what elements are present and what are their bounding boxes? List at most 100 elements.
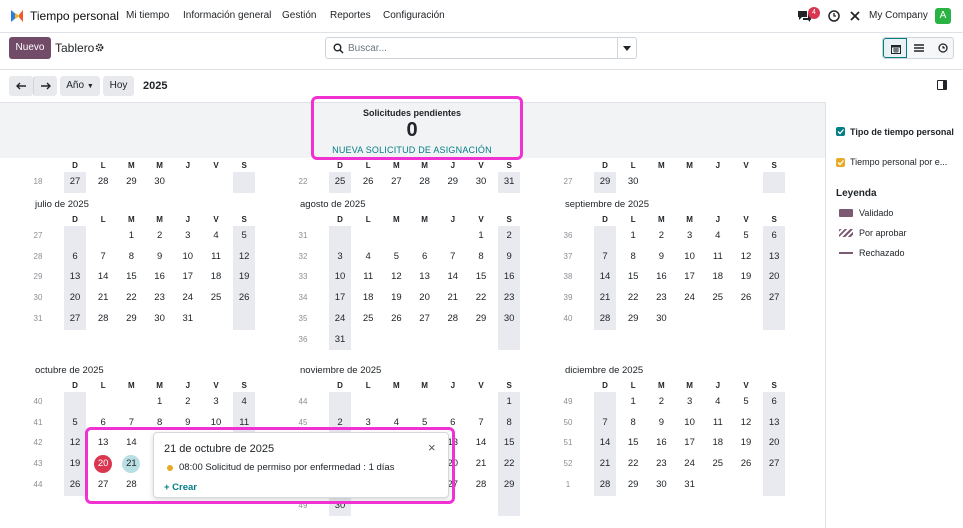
calendar-day[interactable]: 27 xyxy=(64,310,86,328)
calendar-day[interactable]: 11 xyxy=(205,248,227,266)
calendar-day[interactable]: 6 xyxy=(414,248,436,266)
calendar-day[interactable]: 12 xyxy=(64,434,86,452)
calendar-day[interactable]: 12 xyxy=(735,414,757,432)
calendar-day[interactable]: 5 xyxy=(735,393,757,411)
calendar-day[interactable]: 21 xyxy=(92,289,114,307)
create-button[interactable]: + Crear xyxy=(164,482,197,493)
calendar-day[interactable]: 22 xyxy=(622,289,644,307)
calendar-day[interactable]: 22 xyxy=(120,289,142,307)
calendar-day[interactable]: 9 xyxy=(149,248,171,266)
calendar-day[interactable]: 29 xyxy=(442,173,464,191)
calendar-day[interactable]: 14 xyxy=(442,268,464,286)
calendar-day[interactable]: 19 xyxy=(735,434,757,452)
calendar-day[interactable]: 25 xyxy=(329,173,351,191)
calendar-day[interactable]: 7 xyxy=(92,248,114,266)
tools-icon[interactable] xyxy=(849,10,861,22)
clock-icon[interactable] xyxy=(828,10,840,22)
calendar-day[interactable]: 9 xyxy=(650,414,672,432)
calendar-day[interactable]: 15 xyxy=(622,268,644,286)
calendar-day[interactable]: 30 xyxy=(650,310,672,328)
app-logo-icon[interactable] xyxy=(9,8,25,24)
calendar-day[interactable]: 22 xyxy=(470,289,492,307)
calendar-day[interactable]: 3 xyxy=(329,248,351,266)
calendar-day[interactable]: 25 xyxy=(707,289,729,307)
calendar-day[interactable]: 24 xyxy=(329,310,351,328)
calendar-day[interactable]: 8 xyxy=(120,248,142,266)
calendar-day[interactable]: 2 xyxy=(498,227,520,245)
calendar-day[interactable]: 27 xyxy=(385,173,407,191)
popover-event[interactable]: 08:00 Solicitud de permiso por enfermeda… xyxy=(179,462,394,473)
calendar-day[interactable]: 30 xyxy=(329,497,351,515)
activity-view-button[interactable] xyxy=(931,38,955,58)
period-dropdown[interactable]: Año ▼ xyxy=(60,76,100,96)
calendar-day[interactable]: 23 xyxy=(498,289,520,307)
calendar-day[interactable]: 15 xyxy=(120,268,142,286)
calendar-day[interactable]: 9 xyxy=(498,248,520,266)
calendar-day[interactable]: 19 xyxy=(385,289,407,307)
menu-reportes[interactable]: Reportes xyxy=(330,10,371,21)
calendar-day[interactable]: 29 xyxy=(622,310,644,328)
user-avatar[interactable]: A xyxy=(935,8,951,24)
calendar-day[interactable]: 31 xyxy=(177,310,199,328)
calendar-day[interactable]: 9 xyxy=(650,248,672,266)
calendar-day[interactable]: 4 xyxy=(385,414,407,432)
calendar-day[interactable]: 27 xyxy=(414,310,436,328)
calendar-day[interactable]: 29 xyxy=(470,310,492,328)
today-button[interactable]: Hoy xyxy=(103,76,134,96)
calendar-day[interactable]: 25 xyxy=(707,455,729,473)
calendar-day[interactable]: 11 xyxy=(707,248,729,266)
calendar-day[interactable]: 29 xyxy=(120,173,142,191)
calendar-day[interactable]: 26 xyxy=(64,476,86,494)
calendar-day[interactable]: 10 xyxy=(679,248,701,266)
calendar-day[interactable]: 31 xyxy=(498,173,520,191)
calendar-day[interactable]: 20 xyxy=(414,289,436,307)
calendar-day[interactable]: 6 xyxy=(64,248,86,266)
calendar-day[interactable]: 23 xyxy=(149,289,171,307)
calendar-day-today[interactable]: 20 xyxy=(94,455,113,474)
calendar-day[interactable]: 2 xyxy=(650,227,672,245)
calendar-day[interactable]: 28 xyxy=(120,476,142,494)
calendar-day[interactable]: 20 xyxy=(763,268,785,286)
calendar-day[interactable]: 30 xyxy=(498,310,520,328)
calendar-day[interactable]: 4 xyxy=(233,393,255,411)
filter-item-label[interactable]: Tiempo personal por e... xyxy=(850,157,947,167)
calendar-day[interactable]: 23 xyxy=(650,289,672,307)
calendar-day[interactable]: 18 xyxy=(205,268,227,286)
calendar-day[interactable]: 2 xyxy=(650,393,672,411)
calendar-day[interactable]: 23 xyxy=(650,455,672,473)
calendar-day[interactable]: 18 xyxy=(707,434,729,452)
calendar-day[interactable]: 6 xyxy=(763,393,785,411)
calendar-day[interactable]: 11 xyxy=(707,414,729,432)
calendar-day[interactable]: 29 xyxy=(120,310,142,328)
calendar-day[interactable]: 3 xyxy=(205,393,227,411)
calendar-day[interactable]: 11 xyxy=(357,268,379,286)
calendar-day[interactable]: 25 xyxy=(357,310,379,328)
menu-informacion-general[interactable]: Información general xyxy=(183,10,271,21)
calendar-day[interactable]: 28 xyxy=(442,310,464,328)
calendar-day[interactable]: 4 xyxy=(357,248,379,266)
calendar-day[interactable]: 27 xyxy=(763,289,785,307)
calendar-day[interactable]: 16 xyxy=(149,268,171,286)
calendar-day[interactable]: 13 xyxy=(64,268,86,286)
calendar-day[interactable]: 2 xyxy=(329,414,351,432)
calendar-day[interactable]: 2 xyxy=(149,227,171,245)
calendar-day[interactable]: 16 xyxy=(650,268,672,286)
calendar-day[interactable]: 12 xyxy=(735,248,757,266)
calendar-day[interactable]: 5 xyxy=(414,414,436,432)
calendar-day[interactable]: 29 xyxy=(498,476,520,494)
calendar-day[interactable]: 24 xyxy=(679,289,701,307)
calendar-day[interactable]: 21 xyxy=(594,289,616,307)
calendar-view-button[interactable] xyxy=(883,38,907,58)
prev-button[interactable] xyxy=(9,76,33,96)
calendar-day[interactable]: 1 xyxy=(120,227,142,245)
calendar-day[interactable]: 14 xyxy=(594,268,616,286)
calendar-day[interactable]: 19 xyxy=(64,455,86,473)
search-box[interactable]: Buscar... xyxy=(325,37,637,59)
calendar-day[interactable]: 14 xyxy=(92,268,114,286)
calendar-day[interactable]: 24 xyxy=(177,289,199,307)
calendar-day[interactable]: 10 xyxy=(679,414,701,432)
calendar-day[interactable]: 28 xyxy=(414,173,436,191)
calendar-day[interactable]: 4 xyxy=(205,227,227,245)
calendar-day[interactable]: 17 xyxy=(329,289,351,307)
calendar-day[interactable]: 4 xyxy=(707,227,729,245)
